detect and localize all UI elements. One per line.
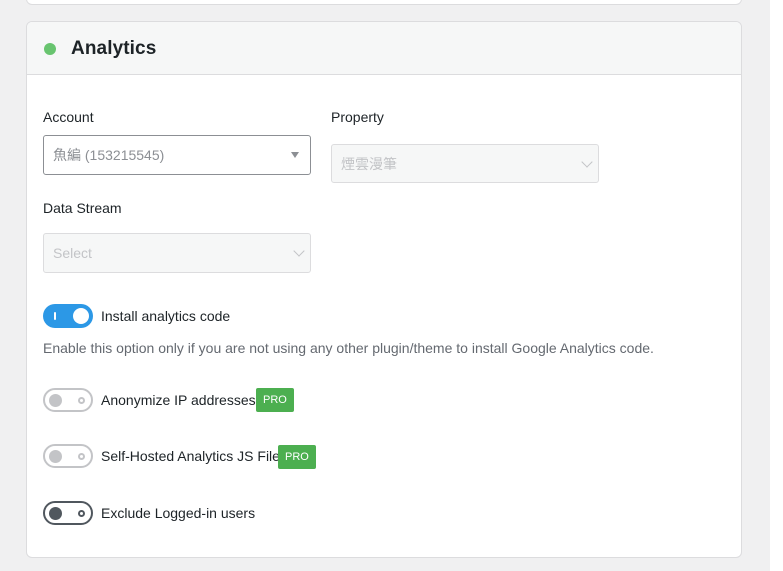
- data-stream-label: Data Stream: [43, 200, 122, 216]
- toggle-off-mark-icon: [78, 397, 85, 404]
- install-code-toggle[interactable]: [43, 304, 93, 328]
- analytics-panel: Analytics Account 魚編 (153215545) Propert…: [26, 21, 742, 558]
- toggle-knob: [49, 507, 62, 520]
- pro-badge: PRO: [278, 445, 316, 469]
- property-label: Property: [331, 109, 384, 125]
- self-hosted-js-toggle[interactable]: [43, 444, 93, 468]
- property-select-value: 煙雲漫筆: [341, 155, 397, 172]
- chevron-down-icon: [581, 155, 593, 168]
- account-label: Account: [43, 109, 94, 125]
- anonymize-ip-label: Anonymize IP addresses: [101, 392, 256, 408]
- account-select-value: 魚編 (153215545): [53, 147, 165, 163]
- exclude-logged-in-label: Exclude Logged-in users: [101, 505, 256, 521]
- toggle-off-mark-icon: [78, 453, 85, 460]
- chevron-down-icon: [293, 245, 305, 257]
- status-dot-icon: [44, 43, 56, 55]
- toggle-knob: [49, 450, 62, 463]
- previous-panel: [26, 0, 742, 5]
- pro-badge: PRO: [256, 388, 294, 412]
- data-stream-placeholder: Select: [53, 245, 92, 261]
- panel-title: Analytics: [71, 38, 157, 59]
- panel-header: Analytics: [27, 22, 741, 75]
- anonymize-ip-toggle[interactable]: [43, 388, 93, 412]
- toggle-off-mark-icon: [78, 510, 85, 517]
- self-hosted-js-label: Self-Hosted Analytics JS File: [101, 448, 280, 464]
- exclude-logged-in-toggle[interactable]: [43, 501, 93, 525]
- install-code-label: Install analytics code: [101, 308, 231, 324]
- property-select[interactable]: 煙雲漫筆: [331, 144, 599, 183]
- window-edge: [770, 0, 783, 571]
- account-select[interactable]: 魚編 (153215545): [43, 135, 311, 175]
- data-stream-select[interactable]: Select: [43, 233, 311, 273]
- toggle-knob: [73, 308, 89, 324]
- toggle-on-mark-icon: [54, 312, 56, 320]
- caret-down-icon: [291, 152, 299, 158]
- toggle-knob: [49, 394, 62, 407]
- install-code-help: Enable this option only if you are not u…: [43, 340, 654, 356]
